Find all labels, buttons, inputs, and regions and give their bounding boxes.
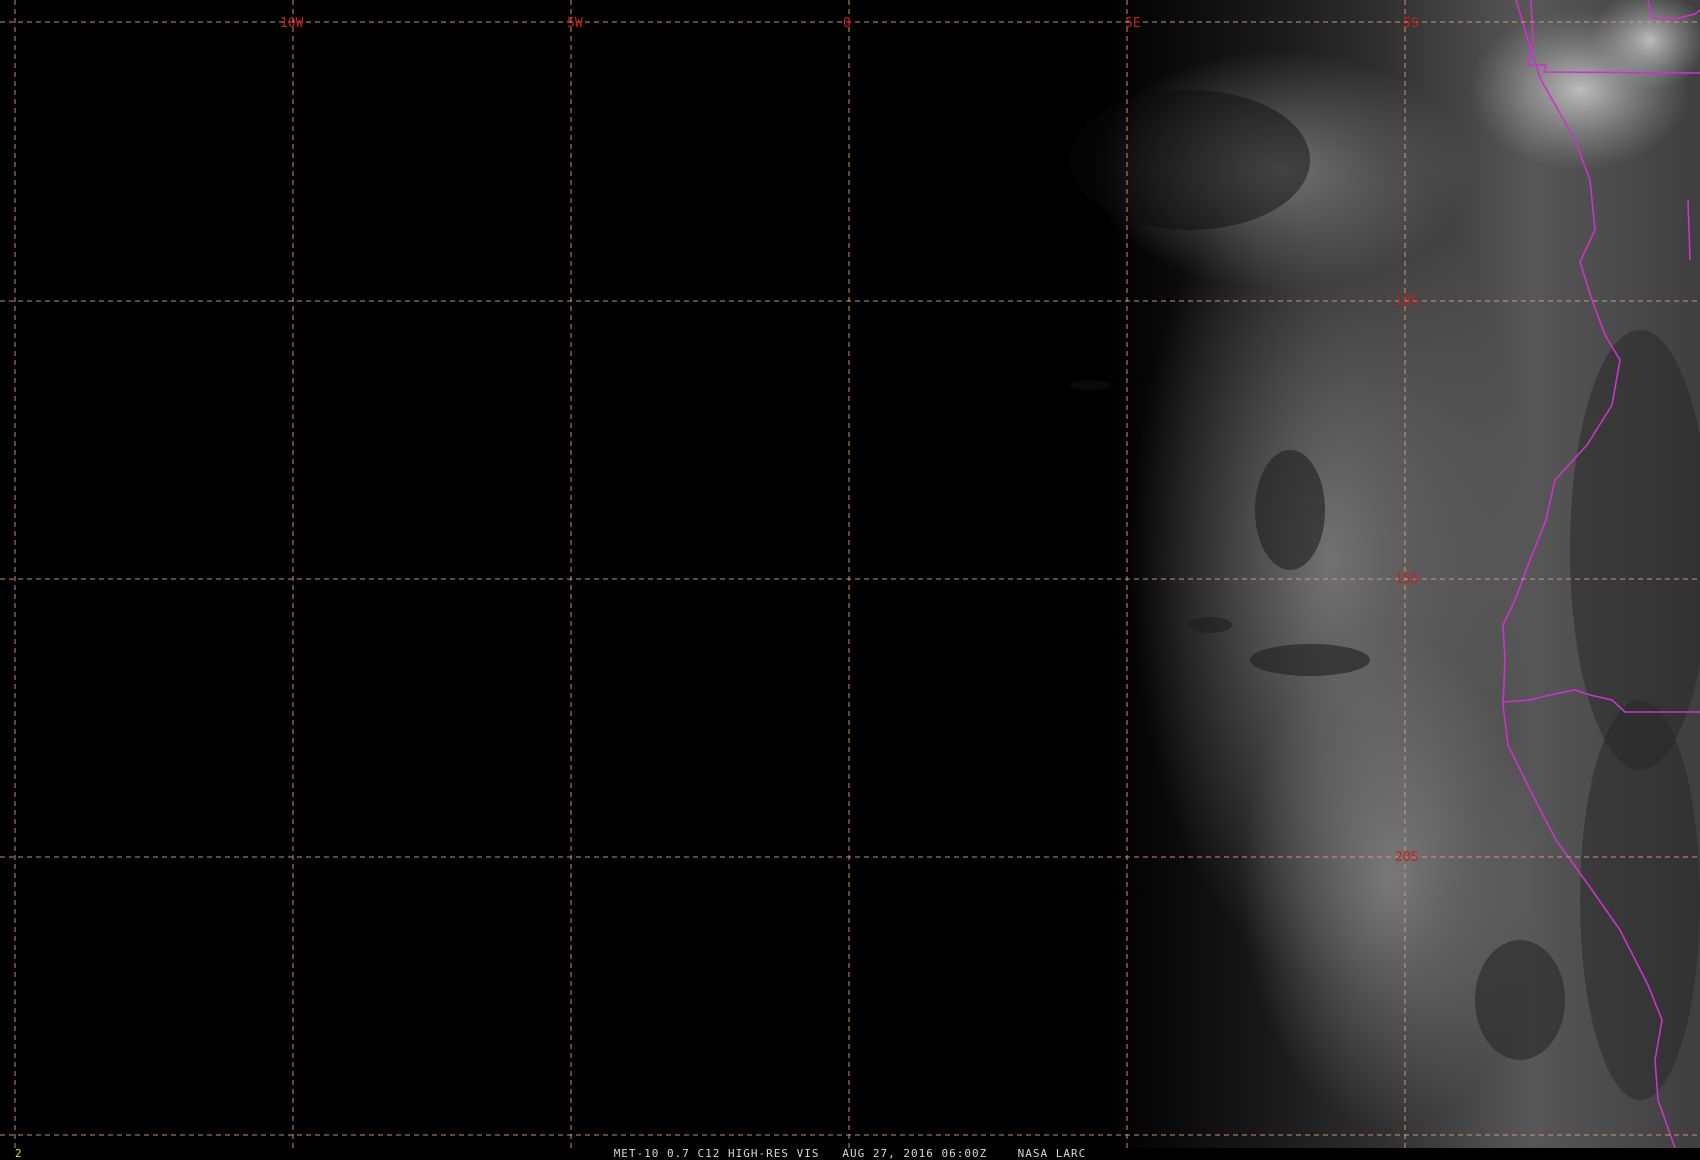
- longitude-label-10w: 10W: [280, 16, 304, 31]
- latitude-label-20s: 20S: [1395, 850, 1418, 865]
- latitude-label-5s: 5S: [1403, 16, 1419, 31]
- satellite-map: 10W 5W 0 5E 5S 10S 15S 20S: [0, 0, 1700, 1148]
- status-bar: 2 MET-10 0.7 C12 HIGH-RES VIS AUG 27, 20…: [0, 1148, 1700, 1160]
- latitude-label-10s: 10S: [1395, 294, 1418, 309]
- longitude-label-5w: 5W: [567, 16, 583, 31]
- longitude-label-5e: 5E: [1125, 16, 1141, 31]
- latitude-label-15s: 15S: [1395, 572, 1418, 587]
- longitude-label-0: 0: [843, 16, 851, 31]
- satellite-imagery: [850, 0, 1700, 1148]
- image-caption: MET-10 0.7 C12 HIGH-RES VIS AUG 27, 2016…: [613, 1147, 1087, 1160]
